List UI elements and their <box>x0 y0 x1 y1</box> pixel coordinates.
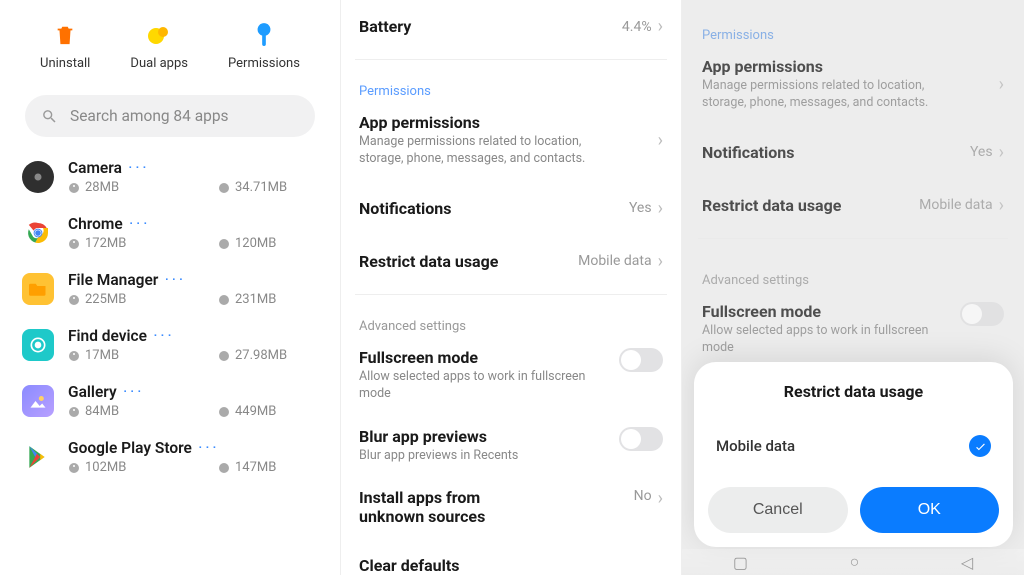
dual-apps-button[interactable]: Dual apps <box>130 22 188 71</box>
battery-label: Battery <box>359 17 622 36</box>
install-unknown-title: Install apps from unknown sources <box>359 488 539 526</box>
chevron-right-icon: › <box>658 488 663 509</box>
time-meta: 27.98MB <box>218 348 318 363</box>
chevron-right-icon: › <box>658 16 663 37</box>
divider <box>355 294 667 295</box>
app-icon-camera <box>22 161 54 193</box>
ok-button[interactable]: OK <box>860 487 1000 533</box>
pane-app-settings: Battery 4.4% › Permissions App permissio… <box>341 0 682 575</box>
pane-restrict-dialog-screen: Permissions App permissions Manage permi… <box>682 0 1024 575</box>
install-unknown-row[interactable]: Install apps from unknown sources No › <box>355 478 667 540</box>
storage-meta: 172MB <box>68 236 126 251</box>
cancel-button[interactable]: Cancel <box>708 487 848 533</box>
time-meta: 120MB <box>218 236 318 251</box>
search-input[interactable]: Search among 84 apps <box>25 95 315 137</box>
chevron-right-icon: › <box>658 130 663 151</box>
clear-defaults-label: Clear defaults <box>359 556 663 575</box>
fullscreen-title: Fullscreen mode <box>359 348 619 367</box>
loading-dots-icon: ⠂⠂⠂ <box>153 330 174 343</box>
restrict-data-dialog: Restrict data usage Mobile data Cancel O… <box>694 362 1013 547</box>
time-meta: 147MB <box>218 460 318 475</box>
uninstall-button[interactable]: Uninstall <box>40 22 90 71</box>
clear-defaults-row[interactable]: Clear defaults <box>355 540 667 575</box>
trash-icon <box>52 22 78 48</box>
mobile-data-label: Mobile data <box>716 437 795 455</box>
app-permissions-title: App permissions <box>359 113 658 132</box>
nav-home-icon[interactable]: ○ <box>850 552 860 572</box>
permissions-icon <box>251 22 277 48</box>
app-row-play-store[interactable]: Google Play Store ⠂⠂⠂ 102MB 147MB <box>0 429 340 485</box>
loading-dots-icon: ⠂⠂⠂ <box>198 442 219 455</box>
app-icon-play-store <box>22 441 54 473</box>
dual-apps-label: Dual apps <box>130 56 188 71</box>
restrict-data-label: Restrict data usage <box>359 252 578 271</box>
fullscreen-mode-row[interactable]: Fullscreen mode Allow selected apps to w… <box>355 338 667 417</box>
loading-dots-icon: ⠂⠂⠂ <box>128 162 149 175</box>
advanced-settings-header: Advanced settings <box>355 301 667 338</box>
app-permissions-sub: Manage permissions related to location, … <box>359 134 589 168</box>
chevron-right-icon: › <box>658 198 663 219</box>
app-name: Chrome <box>68 215 123 233</box>
app-list: Camera ⠂⠂⠂ 28MB 34.71MB Chrome ⠂⠂⠂ 172MB 1… <box>0 149 340 485</box>
storage-meta: 225MB <box>68 292 126 307</box>
blur-toggle[interactable] <box>619 427 663 451</box>
battery-row[interactable]: Battery 4.4% › <box>355 0 667 53</box>
time-meta: 231MB <box>218 292 318 307</box>
app-icon-find-device <box>22 329 54 361</box>
storage-meta: 84MB <box>68 404 119 419</box>
search-icon <box>41 108 58 125</box>
pane-app-manager: Uninstall Dual apps Permissions Search a… <box>0 0 341 575</box>
mobile-data-option[interactable]: Mobile data <box>694 427 1013 487</box>
nav-bar: ▢ ○ ◁ <box>682 549 1024 575</box>
chevron-right-icon: › <box>658 251 663 272</box>
uninstall-label: Uninstall <box>40 56 90 71</box>
app-row-find-device[interactable]: Find device ⠂⠂⠂ 17MB 27.98MB <box>0 317 340 373</box>
checkmark-icon <box>969 435 991 457</box>
nav-recent-icon[interactable]: ▢ <box>733 553 748 572</box>
app-name: Google Play Store <box>68 439 192 457</box>
top-actions: Uninstall Dual apps Permissions <box>0 0 340 81</box>
notifications-label: Notifications <box>359 199 629 218</box>
blur-sub: Blur app previews in Recents <box>359 448 589 465</box>
notifications-value: Yes <box>629 200 652 216</box>
divider <box>355 59 667 60</box>
app-permissions-row[interactable]: App permissions Manage permissions relat… <box>355 103 667 182</box>
fullscreen-toggle[interactable] <box>619 348 663 372</box>
app-row-chrome[interactable]: Chrome ⠂⠂⠂ 172MB 120MB <box>0 205 340 261</box>
dual-apps-icon <box>146 22 172 48</box>
time-meta: 34.71MB <box>218 180 318 195</box>
app-name: File Manager <box>68 271 158 289</box>
blur-title: Blur app previews <box>359 427 619 446</box>
permissions-header: Permissions <box>355 66 667 103</box>
fullscreen-sub: Allow selected apps to work in fullscree… <box>359 369 589 403</box>
permissions-button[interactable]: Permissions <box>228 22 300 71</box>
notifications-row[interactable]: Notifications Yes › <box>355 182 667 235</box>
app-row-gallery[interactable]: Gallery ⠂⠂⠂ 84MB 449MB <box>0 373 340 429</box>
app-name: Gallery <box>68 383 117 401</box>
restrict-data-value: Mobile data <box>578 253 651 269</box>
storage-meta: 28MB <box>68 180 119 195</box>
app-row-camera[interactable]: Camera ⠂⠂⠂ 28MB 34.71MB <box>0 149 340 205</box>
time-meta: 449MB <box>218 404 318 419</box>
loading-dots-icon: ⠂⠂⠂ <box>123 386 144 399</box>
blur-previews-row[interactable]: Blur app previews Blur app previews in R… <box>355 417 667 479</box>
permissions-label: Permissions <box>228 56 300 71</box>
restrict-data-row[interactable]: Restrict data usage Mobile data › <box>355 235 667 288</box>
loading-dots-icon: ⠂⠂⠂ <box>129 218 150 231</box>
app-icon-gallery <box>22 385 54 417</box>
loading-dots-icon: ⠂⠂⠂ <box>164 274 185 287</box>
app-name: Camera <box>68 159 122 177</box>
app-row-file-manager[interactable]: File Manager ⠂⠂⠂ 225MB 231MB <box>0 261 340 317</box>
storage-meta: 17MB <box>68 348 119 363</box>
app-icon-file-manager <box>22 273 54 305</box>
search-placeholder: Search among 84 apps <box>70 107 229 125</box>
battery-value: 4.4% <box>622 19 652 35</box>
app-icon-chrome <box>22 217 54 249</box>
app-name: Find device <box>68 327 147 345</box>
nav-back-icon[interactable]: ◁ <box>961 553 973 572</box>
install-unknown-value: No <box>634 488 652 504</box>
storage-meta: 102MB <box>68 460 126 475</box>
dialog-title: Restrict data usage <box>694 382 1013 401</box>
